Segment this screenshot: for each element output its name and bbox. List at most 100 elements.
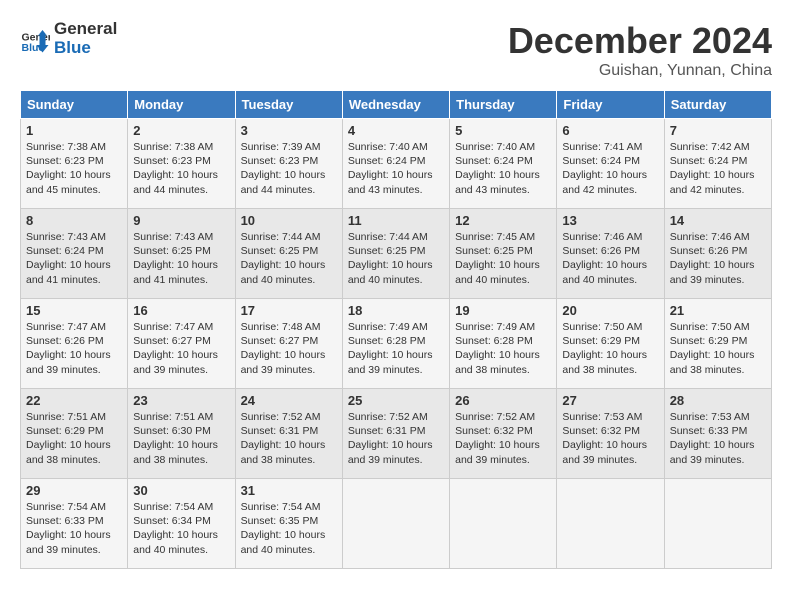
- day-info: Sunrise: 7:53 AM Sunset: 6:33 PM Dayligh…: [670, 410, 766, 467]
- calendar-cell: 8 Sunrise: 7:43 AM Sunset: 6:24 PM Dayli…: [21, 209, 128, 299]
- day-info: Sunrise: 7:52 AM Sunset: 6:31 PM Dayligh…: [348, 410, 444, 467]
- day-info: Sunrise: 7:38 AM Sunset: 6:23 PM Dayligh…: [26, 140, 122, 197]
- day-number: 10: [241, 213, 337, 228]
- day-info: Sunrise: 7:50 AM Sunset: 6:29 PM Dayligh…: [562, 320, 658, 377]
- header-day-thursday: Thursday: [450, 91, 557, 119]
- day-number: 31: [241, 483, 337, 498]
- day-info: Sunrise: 7:51 AM Sunset: 6:30 PM Dayligh…: [133, 410, 229, 467]
- day-number: 19: [455, 303, 551, 318]
- calendar-cell: 31 Sunrise: 7:54 AM Sunset: 6:35 PM Dayl…: [235, 479, 342, 569]
- day-info: Sunrise: 7:49 AM Sunset: 6:28 PM Dayligh…: [455, 320, 551, 377]
- calendar-cell: 19 Sunrise: 7:49 AM Sunset: 6:28 PM Dayl…: [450, 299, 557, 389]
- header-day-tuesday: Tuesday: [235, 91, 342, 119]
- day-number: 11: [348, 213, 444, 228]
- calendar-cell: 15 Sunrise: 7:47 AM Sunset: 6:26 PM Dayl…: [21, 299, 128, 389]
- day-number: 9: [133, 213, 229, 228]
- logo-icon: General Blue: [20, 24, 50, 54]
- day-number: 27: [562, 393, 658, 408]
- calendar-cell: 10 Sunrise: 7:44 AM Sunset: 6:25 PM Dayl…: [235, 209, 342, 299]
- logo-general: General: [54, 20, 117, 39]
- day-info: Sunrise: 7:42 AM Sunset: 6:24 PM Dayligh…: [670, 140, 766, 197]
- calendar-cell: [557, 479, 664, 569]
- calendar-cell: 12 Sunrise: 7:45 AM Sunset: 6:25 PM Dayl…: [450, 209, 557, 299]
- calendar-week-2: 8 Sunrise: 7:43 AM Sunset: 6:24 PM Dayli…: [21, 209, 772, 299]
- day-info: Sunrise: 7:40 AM Sunset: 6:24 PM Dayligh…: [455, 140, 551, 197]
- day-info: Sunrise: 7:43 AM Sunset: 6:24 PM Dayligh…: [26, 230, 122, 287]
- day-number: 3: [241, 123, 337, 138]
- day-info: Sunrise: 7:47 AM Sunset: 6:27 PM Dayligh…: [133, 320, 229, 377]
- day-number: 2: [133, 123, 229, 138]
- day-number: 12: [455, 213, 551, 228]
- day-info: Sunrise: 7:41 AM Sunset: 6:24 PM Dayligh…: [562, 140, 658, 197]
- day-info: Sunrise: 7:54 AM Sunset: 6:35 PM Dayligh…: [241, 500, 337, 557]
- calendar-cell: [664, 479, 771, 569]
- day-number: 4: [348, 123, 444, 138]
- day-info: Sunrise: 7:54 AM Sunset: 6:33 PM Dayligh…: [26, 500, 122, 557]
- day-info: Sunrise: 7:43 AM Sunset: 6:25 PM Dayligh…: [133, 230, 229, 287]
- calendar-cell: 25 Sunrise: 7:52 AM Sunset: 6:31 PM Dayl…: [342, 389, 449, 479]
- header-day-monday: Monday: [128, 91, 235, 119]
- logo: General Blue General Blue: [20, 20, 117, 57]
- day-number: 29: [26, 483, 122, 498]
- month-title: December 2024: [508, 20, 772, 62]
- day-number: 1: [26, 123, 122, 138]
- logo-blue: Blue: [54, 39, 117, 58]
- day-number: 13: [562, 213, 658, 228]
- day-number: 30: [133, 483, 229, 498]
- day-number: 20: [562, 303, 658, 318]
- day-info: Sunrise: 7:38 AM Sunset: 6:23 PM Dayligh…: [133, 140, 229, 197]
- day-info: Sunrise: 7:50 AM Sunset: 6:29 PM Dayligh…: [670, 320, 766, 377]
- calendar-week-4: 22 Sunrise: 7:51 AM Sunset: 6:29 PM Dayl…: [21, 389, 772, 479]
- calendar-cell: 11 Sunrise: 7:44 AM Sunset: 6:25 PM Dayl…: [342, 209, 449, 299]
- day-number: 21: [670, 303, 766, 318]
- calendar-week-3: 15 Sunrise: 7:47 AM Sunset: 6:26 PM Dayl…: [21, 299, 772, 389]
- day-info: Sunrise: 7:39 AM Sunset: 6:23 PM Dayligh…: [241, 140, 337, 197]
- calendar-cell: 30 Sunrise: 7:54 AM Sunset: 6:34 PM Dayl…: [128, 479, 235, 569]
- header-day-wednesday: Wednesday: [342, 91, 449, 119]
- day-info: Sunrise: 7:52 AM Sunset: 6:31 PM Dayligh…: [241, 410, 337, 467]
- calendar-cell: [342, 479, 449, 569]
- location: Guishan, Yunnan, China: [508, 62, 772, 80]
- calendar-cell: [450, 479, 557, 569]
- day-number: 17: [241, 303, 337, 318]
- calendar-cell: 26 Sunrise: 7:52 AM Sunset: 6:32 PM Dayl…: [450, 389, 557, 479]
- day-number: 23: [133, 393, 229, 408]
- calendar-week-5: 29 Sunrise: 7:54 AM Sunset: 6:33 PM Dayl…: [21, 479, 772, 569]
- day-info: Sunrise: 7:45 AM Sunset: 6:25 PM Dayligh…: [455, 230, 551, 287]
- day-number: 8: [26, 213, 122, 228]
- day-info: Sunrise: 7:46 AM Sunset: 6:26 PM Dayligh…: [670, 230, 766, 287]
- calendar-cell: 1 Sunrise: 7:38 AM Sunset: 6:23 PM Dayli…: [21, 119, 128, 209]
- day-number: 28: [670, 393, 766, 408]
- day-number: 7: [670, 123, 766, 138]
- page-header: General Blue General Blue December 2024 …: [20, 20, 772, 80]
- day-number: 14: [670, 213, 766, 228]
- calendar-cell: 13 Sunrise: 7:46 AM Sunset: 6:26 PM Dayl…: [557, 209, 664, 299]
- calendar-cell: 22 Sunrise: 7:51 AM Sunset: 6:29 PM Dayl…: [21, 389, 128, 479]
- calendar-cell: 23 Sunrise: 7:51 AM Sunset: 6:30 PM Dayl…: [128, 389, 235, 479]
- day-number: 16: [133, 303, 229, 318]
- calendar-cell: 5 Sunrise: 7:40 AM Sunset: 6:24 PM Dayli…: [450, 119, 557, 209]
- day-number: 6: [562, 123, 658, 138]
- day-number: 18: [348, 303, 444, 318]
- header-day-saturday: Saturday: [664, 91, 771, 119]
- day-info: Sunrise: 7:54 AM Sunset: 6:34 PM Dayligh…: [133, 500, 229, 557]
- title-block: December 2024 Guishan, Yunnan, China: [508, 20, 772, 80]
- calendar-cell: 24 Sunrise: 7:52 AM Sunset: 6:31 PM Dayl…: [235, 389, 342, 479]
- day-number: 24: [241, 393, 337, 408]
- day-info: Sunrise: 7:53 AM Sunset: 6:32 PM Dayligh…: [562, 410, 658, 467]
- calendar-cell: 7 Sunrise: 7:42 AM Sunset: 6:24 PM Dayli…: [664, 119, 771, 209]
- calendar-cell: 16 Sunrise: 7:47 AM Sunset: 6:27 PM Dayl…: [128, 299, 235, 389]
- calendar-cell: 27 Sunrise: 7:53 AM Sunset: 6:32 PM Dayl…: [557, 389, 664, 479]
- calendar-cell: 6 Sunrise: 7:41 AM Sunset: 6:24 PM Dayli…: [557, 119, 664, 209]
- calendar-cell: 3 Sunrise: 7:39 AM Sunset: 6:23 PM Dayli…: [235, 119, 342, 209]
- header-row: SundayMondayTuesdayWednesdayThursdayFrid…: [21, 91, 772, 119]
- day-info: Sunrise: 7:48 AM Sunset: 6:27 PM Dayligh…: [241, 320, 337, 377]
- calendar-cell: 20 Sunrise: 7:50 AM Sunset: 6:29 PM Dayl…: [557, 299, 664, 389]
- calendar-header: SundayMondayTuesdayWednesdayThursdayFrid…: [21, 91, 772, 119]
- day-info: Sunrise: 7:44 AM Sunset: 6:25 PM Dayligh…: [241, 230, 337, 287]
- day-info: Sunrise: 7:40 AM Sunset: 6:24 PM Dayligh…: [348, 140, 444, 197]
- day-number: 22: [26, 393, 122, 408]
- day-number: 5: [455, 123, 551, 138]
- calendar-cell: 17 Sunrise: 7:48 AM Sunset: 6:27 PM Dayl…: [235, 299, 342, 389]
- day-info: Sunrise: 7:52 AM Sunset: 6:32 PM Dayligh…: [455, 410, 551, 467]
